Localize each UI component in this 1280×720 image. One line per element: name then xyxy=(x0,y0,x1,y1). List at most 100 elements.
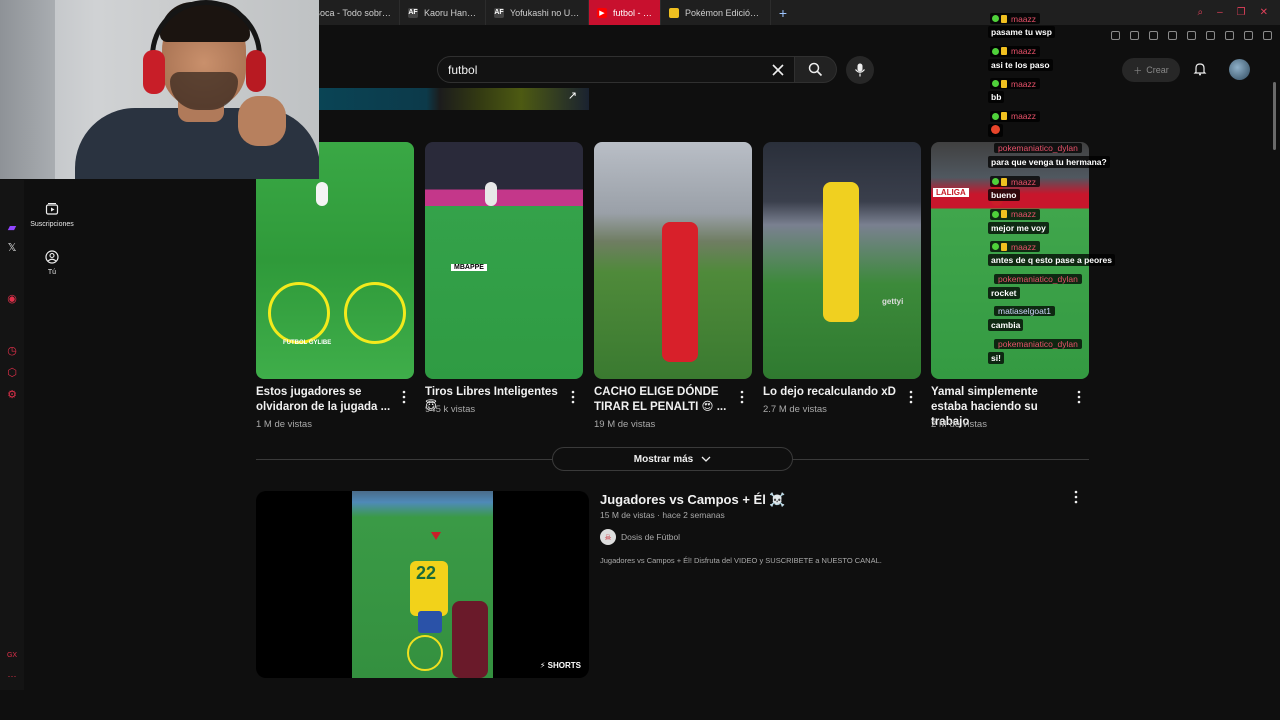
chat-text: si! xyxy=(988,352,1004,364)
chat-message: pokemaniatico_dylan para que venga tu her… xyxy=(986,137,1266,169)
twitch-icon[interactable]: ▰ xyxy=(6,222,18,234)
video-menu-icon[interactable] xyxy=(1072,490,1080,504)
expand-icon: ↗ xyxy=(567,90,577,102)
webcam-overlay xyxy=(0,0,319,179)
short-title[interactable]: Lo dejo recalculando xD xyxy=(763,385,903,400)
x-icon[interactable]: 𝕏 xyxy=(6,242,18,254)
chat-message: maazz bb xyxy=(986,72,1266,104)
chat-message: maazz pasame tu wsp xyxy=(986,7,1266,39)
chat-username[interactable]: pokemaniatico_dylan xyxy=(994,273,1082,284)
chat-text xyxy=(988,123,1003,137)
tab-title: Yofukashi no Uta Se xyxy=(510,7,580,18)
new-tab-button[interactable]: + xyxy=(771,0,795,25)
short-menu-icon[interactable] xyxy=(569,390,577,404)
guide-item-label: Tú xyxy=(47,269,57,276)
chat-text: pasame tu wsp xyxy=(988,26,1055,38)
bits-badge-icon xyxy=(1001,242,1007,251)
show-more-label: Mostrar más xyxy=(633,453,694,465)
box-icon[interactable]: ⬡ xyxy=(6,367,18,379)
chevron-down-icon xyxy=(701,456,711,462)
thumbnail-player xyxy=(485,182,497,206)
short-menu-icon[interactable] xyxy=(738,390,746,404)
show-more-button[interactable]: Mostrar más xyxy=(552,447,793,471)
short-title[interactable]: CACHO ELIGE DÓNDE TIRAR EL PENALTI 😍 ... xyxy=(594,385,734,415)
tab-favicon-icon xyxy=(669,7,679,18)
subscriptions-icon xyxy=(45,203,59,215)
highlight-circle xyxy=(344,282,406,344)
chat-text: cambia xyxy=(988,319,1024,332)
tab-favicon-icon: AF xyxy=(408,7,418,18)
guide-item-subscriptions[interactable]: Suscripciones xyxy=(24,202,80,228)
browser-tab[interactable]: Pokémon Edición Te xyxy=(661,0,771,25)
chat-message: matiaselgoat1 cambia xyxy=(986,300,1266,332)
short-menu-icon[interactable] xyxy=(907,390,915,404)
webcam-background xyxy=(0,0,55,179)
chat-message: maazz xyxy=(986,105,1266,137)
chat-username[interactable]: maazz xyxy=(1011,46,1036,56)
chat-text: antes de q esto pase a peores xyxy=(988,254,1115,267)
play-icon[interactable]: ◉ xyxy=(6,293,18,305)
gear-icon[interactable]: ⚙ xyxy=(6,389,18,401)
thumbnail-overlay-text: MBAPPE xyxy=(451,264,487,271)
more-icon[interactable]: ··· xyxy=(6,670,18,682)
bits-badge-icon xyxy=(1001,14,1007,23)
verified-badge-icon xyxy=(992,80,999,88)
chat-user-badges: maazz xyxy=(990,208,1041,220)
guide-item-you[interactable]: Tú xyxy=(24,250,80,276)
chat-username[interactable]: pokemaniatico_dylan xyxy=(994,339,1082,349)
video-thumbnail-image: 22 xyxy=(352,491,493,678)
shorts-badge-label: SHORTS xyxy=(547,661,581,670)
scrollbar[interactable] xyxy=(1273,82,1276,150)
chat-message: maazz asi te los paso xyxy=(986,40,1266,72)
video-meta: 15 M de vistas · hace 2 semanas xyxy=(600,510,725,520)
short-menu-icon[interactable] xyxy=(400,390,408,404)
chat-username[interactable]: pokemaniatico_dylan xyxy=(994,143,1082,154)
tab-title: Pokémon Edición Te xyxy=(685,7,762,18)
video-title[interactable]: Jugadores vs Campos + Él ☠️ xyxy=(600,492,786,508)
chat-text: bueno xyxy=(988,189,1020,201)
thumbnail-player xyxy=(662,222,698,362)
chat-username[interactable]: maazz xyxy=(1011,14,1036,24)
search-input[interactable] xyxy=(448,63,748,77)
short-title[interactable]: Estos jugadores se olvidaron de la jugad… xyxy=(256,385,396,415)
bits-badge-icon xyxy=(1001,177,1007,186)
chat-username[interactable]: maazz xyxy=(1011,177,1036,187)
thumbnail-overlay-text: LALIGA xyxy=(933,188,969,197)
browser-tab[interactable]: ▶ futbol - You xyxy=(589,0,661,25)
short-thumbnail[interactable]: MBAPPE xyxy=(425,142,583,379)
headphones-right xyxy=(246,50,266,92)
chat-username[interactable]: maazz xyxy=(1011,111,1036,121)
browser-tab[interactable]: AF Kaoru Hana wa Rin xyxy=(400,0,486,25)
short-menu-icon[interactable] xyxy=(1075,390,1083,404)
short-thumbnail[interactable] xyxy=(594,142,752,379)
chat-username[interactable]: maazz xyxy=(1011,242,1036,252)
short-card[interactable]: gettyi Lo dejo recalculando xD 2.7 M de vi… xyxy=(763,142,921,415)
video-thumbnail[interactable]: 22 ⚡ SHORTS xyxy=(256,491,589,678)
tab-favicon-icon: ▶ xyxy=(597,7,607,18)
search-button[interactable] xyxy=(795,56,837,83)
search-icon xyxy=(808,62,823,77)
chat-username[interactable]: maazz xyxy=(1011,209,1036,219)
clear-search-icon[interactable] xyxy=(770,62,786,78)
browser-sidebar: ▰ 𝕏 ◉ ◷ ⬡ ⚙ GX ··· xyxy=(0,180,24,690)
channel-name[interactable]: Dosis de Fútbol xyxy=(621,532,680,542)
chat-username[interactable]: matiaselgoat1 xyxy=(994,306,1055,317)
tab-favicon-icon: AF xyxy=(494,7,504,18)
short-thumbnail[interactable]: gettyi xyxy=(763,142,921,379)
chat-username[interactable]: maazz xyxy=(1011,79,1036,89)
short-card[interactable]: MBAPPE Tiros Libres Inteligentes 😇 945 k v… xyxy=(425,142,583,415)
clock-icon[interactable]: ◷ xyxy=(6,345,18,357)
tab-title: futbol - You xyxy=(613,7,652,18)
previous-result-thumbnail[interactable]: ↗ xyxy=(318,88,589,110)
chat-user-badges: maazz xyxy=(990,241,1041,253)
chat-text: asi te los paso xyxy=(988,58,1053,71)
short-views: 1 M de vistas xyxy=(256,419,312,430)
headphones-left xyxy=(143,50,165,94)
short-card[interactable]: CACHO ELIGE DÓNDE TIRAR EL PENALTI 😍 ...… xyxy=(594,142,752,430)
chat-user-badges: maazz xyxy=(990,110,1041,122)
thumbnail-player xyxy=(823,182,859,322)
channel-avatar[interactable]: ☠ xyxy=(600,529,616,545)
chat-message: maazz antes de q esto pase a peores xyxy=(986,235,1266,267)
browser-tab[interactable]: AF Yofukashi no Uta Se xyxy=(486,0,589,25)
voice-search-button[interactable] xyxy=(846,56,874,84)
